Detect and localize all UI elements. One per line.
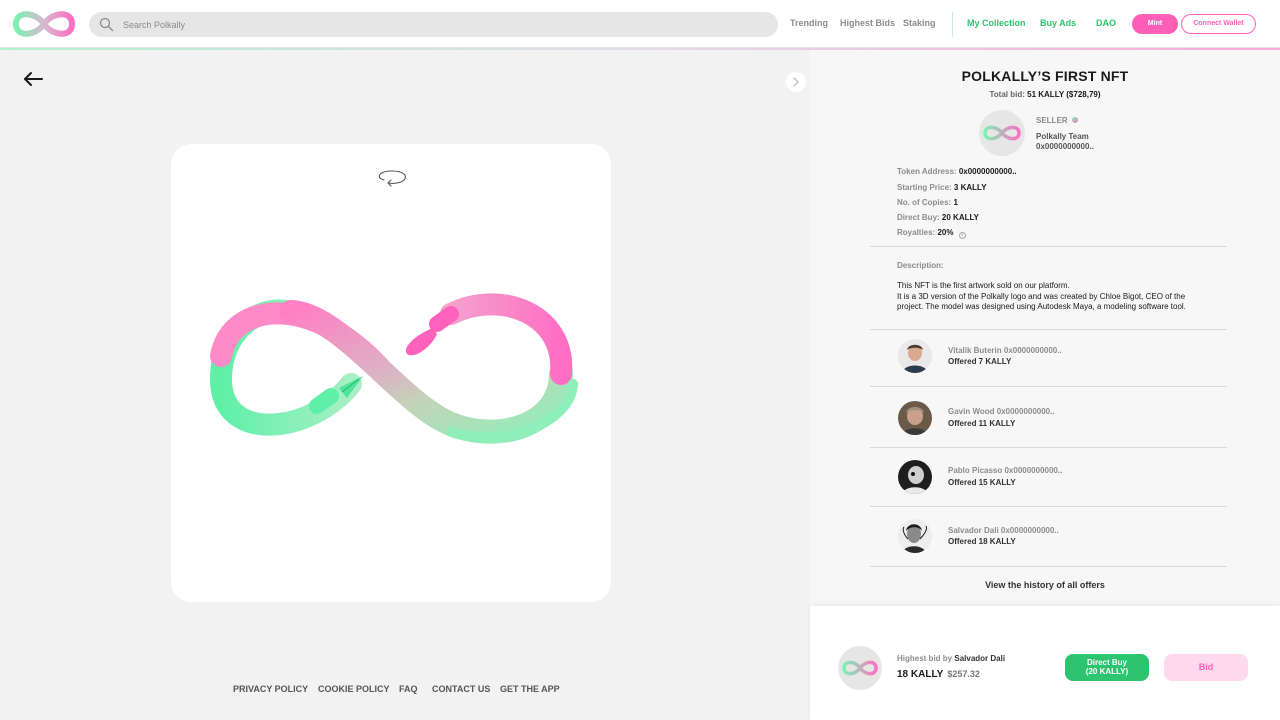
- nft-infinity-artwork: [209, 293, 578, 444]
- search-bar[interactable]: [89, 12, 778, 37]
- person-avatar-icon: [898, 401, 932, 435]
- offer-bidder: Vitalik Buterin 0x0000000000..: [948, 346, 1062, 355]
- divider: [870, 246, 1227, 247]
- search-input[interactable]: [123, 12, 763, 37]
- detail-label: Direct Buy:: [897, 213, 940, 222]
- detail-value: 0x0000000000..: [958, 167, 1017, 176]
- rotate-icon[interactable]: [374, 168, 410, 188]
- person-avatar-icon: [898, 519, 932, 553]
- direct-buy-label: Direct Buy: [1086, 658, 1127, 667]
- divider: [870, 329, 1227, 330]
- direct-buy-button[interactable]: Direct Buy (20 KALLY): [1065, 654, 1149, 681]
- offer-avatar[interactable]: [898, 339, 932, 373]
- highest-bidder-avatar[interactable]: [838, 646, 882, 690]
- info-icon[interactable]: i: [958, 232, 966, 239]
- footer-get-the-app[interactable]: GET THE APP: [500, 684, 560, 694]
- top-nav-bar: Trending Highest Bids Staking My Collect…: [0, 0, 1280, 48]
- offer-amount: Offered 7 KALLY: [948, 357, 1012, 366]
- highest-bidder-name[interactable]: Salvador Dali: [954, 654, 1005, 663]
- divider: [870, 447, 1227, 448]
- total-bid: Total bid: 51 KALLY ($728,79): [810, 90, 1280, 99]
- detail-label: Royalties:: [897, 228, 936, 237]
- detail-copies: No. of Copies: 1: [897, 198, 958, 207]
- detail-token-address: Token Address: 0x0000000000..: [897, 167, 1017, 176]
- highest-bid-label: Highest bid by Salvador Dali: [897, 654, 1005, 663]
- direct-buy-price: (20 KALLY): [1085, 667, 1129, 676]
- description-text: This NFT is the first artwork sold on ou…: [897, 281, 1207, 313]
- offer-avatar[interactable]: [898, 460, 932, 494]
- seller-label-text: SELLER: [1036, 116, 1068, 125]
- detail-starting-price: Starting Price: 3 KALLY: [897, 183, 987, 192]
- nft-artwork-card: [171, 144, 611, 602]
- bid-button[interactable]: Bid: [1164, 654, 1248, 681]
- seller-name[interactable]: Polkally Team: [1036, 132, 1089, 141]
- detail-royalties: Royalties: 20% i: [897, 228, 966, 239]
- total-bid-label: Total bid:: [989, 90, 1025, 99]
- divider: [870, 506, 1227, 507]
- footer-cookie-policy[interactable]: COOKIE POLICY: [318, 684, 390, 694]
- divider: [870, 386, 1227, 387]
- detail-direct-buy: Direct Buy: 20 KALLY: [897, 213, 979, 222]
- detail-label: Starting Price:: [897, 183, 952, 192]
- highest-bid-amount: 18 KALLY $257.32: [897, 669, 980, 680]
- offer-amount: Offered 15 KALLY: [948, 478, 1016, 487]
- polkally-logo-icon[interactable]: [10, 6, 78, 42]
- highest-bid-text: Highest bid by: [897, 654, 953, 663]
- description-line: This NFT is the first artwork sold on ou…: [897, 281, 1070, 290]
- description-label: Description:: [897, 261, 944, 270]
- description-line: It is a 3D version of the Polkally logo …: [897, 291, 1186, 312]
- footer-faq[interactable]: FAQ: [399, 684, 418, 694]
- detail-value: 3 KALLY: [953, 183, 987, 192]
- offer-amount: Offered 18 KALLY: [948, 537, 1016, 546]
- person-avatar-icon: [898, 339, 932, 373]
- offer-bidder: Gavin Wood 0x0000000000..: [948, 407, 1055, 416]
- footer-privacy-policy[interactable]: PRIVACY POLICY: [233, 684, 308, 694]
- verified-icon: [1071, 117, 1078, 123]
- back-arrow-icon[interactable]: [22, 70, 44, 88]
- detail-label: Token Address:: [897, 167, 957, 176]
- nav-divider: [952, 12, 953, 37]
- seller-label: SELLER: [1036, 116, 1078, 125]
- total-bid-value: 51 KALLY ($728,79): [1027, 90, 1101, 99]
- highest-bid-kally: 18 KALLY: [897, 669, 944, 680]
- chevron-right-icon[interactable]: [786, 72, 806, 92]
- detail-value: 20 KALLY: [941, 213, 979, 222]
- polkally-avatar-logo-icon: [983, 125, 1021, 141]
- offer-avatar[interactable]: [898, 401, 932, 435]
- nav-trending[interactable]: Trending: [790, 18, 828, 28]
- bid-action-bar: Highest bid by Salvador Dali 18 KALLY $25…: [810, 606, 1280, 720]
- seller-avatar[interactable]: [979, 110, 1025, 156]
- nft-title: POLKALLY’S FIRST NFT: [961, 68, 1129, 84]
- seller-address: 0x0000000000..: [1036, 142, 1094, 151]
- mint-button[interactable]: Mint: [1132, 14, 1178, 34]
- polkally-avatar-logo-icon: [842, 660, 878, 676]
- nav-staking[interactable]: Staking: [903, 18, 936, 28]
- nav-buy-ads[interactable]: Buy Ads: [1040, 18, 1076, 28]
- detail-value: 1: [953, 198, 958, 207]
- nav-my-collection[interactable]: My Collection: [967, 18, 1026, 28]
- nav-highest-bids[interactable]: Highest Bids: [840, 18, 895, 28]
- offer-avatar[interactable]: [898, 519, 932, 553]
- detail-label: No. of Copies:: [897, 198, 952, 207]
- footer-contact-us[interactable]: CONTACT US: [432, 684, 490, 694]
- highest-bid-usd: $257.32: [947, 669, 980, 679]
- offer-amount: Offered 11 KALLY: [948, 419, 1016, 428]
- person-avatar-icon: [898, 460, 932, 494]
- nav-dao[interactable]: DAO: [1096, 18, 1116, 28]
- view-history-link[interactable]: View the history of all offers: [810, 580, 1280, 590]
- offer-bidder: Pablo Picasso 0x0000000000..: [948, 466, 1063, 475]
- offer-bidder: Salvador Dali 0x0000000000..: [948, 526, 1059, 535]
- connect-wallet-button[interactable]: Connect Wallet: [1181, 14, 1256, 34]
- detail-value: 20%: [937, 228, 954, 237]
- search-icon: [99, 17, 114, 32]
- divider: [870, 566, 1227, 567]
